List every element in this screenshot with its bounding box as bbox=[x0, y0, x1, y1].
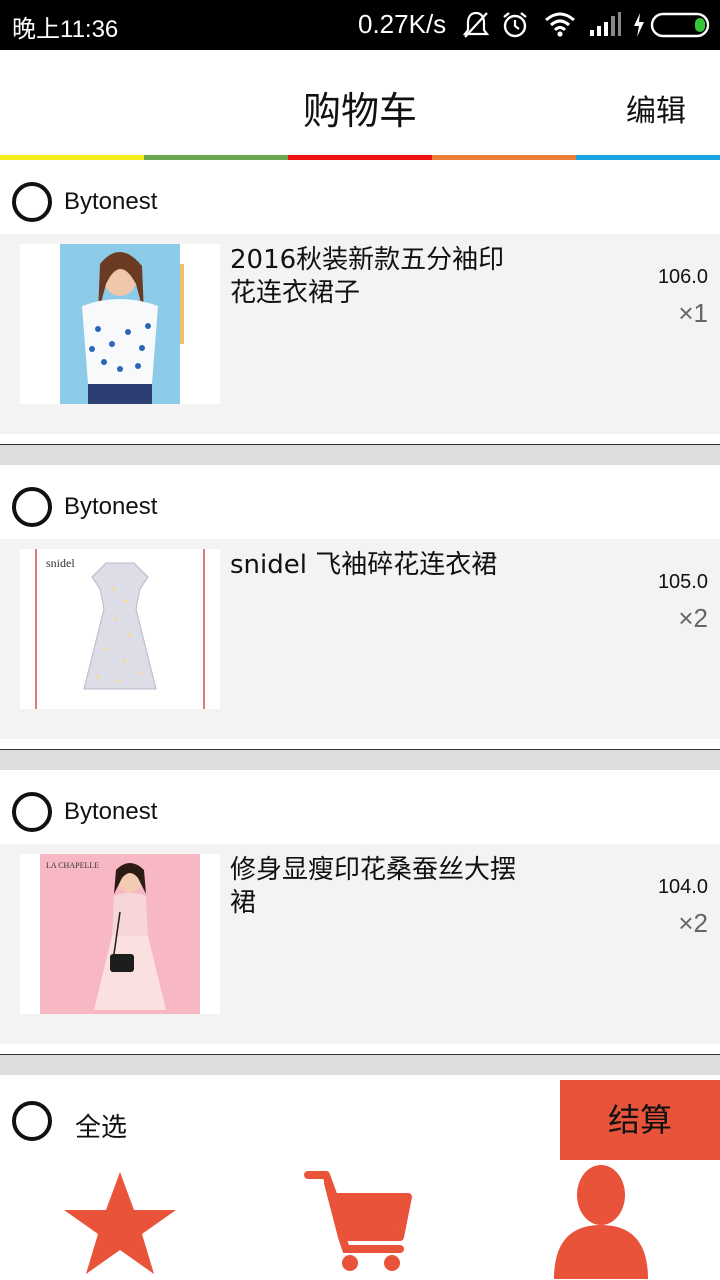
page-title: 购物车 bbox=[302, 89, 417, 133]
cart-shop-group: Bytonest LA CHAPELLE 修身显瘦印花桑蚕丝大摆裙 104.0 … bbox=[0, 770, 720, 1075]
cart-shop-group: Bytonest snidel snidel 飞袖碎花连衣裙 105.0 ×2 bbox=[0, 465, 720, 770]
cart-item[interactable]: 2016秋装新款五分袖印花连衣裙子 106.0 ×1 bbox=[0, 234, 720, 434]
product-name[interactable]: snidel 飞袖碎花连衣裙 bbox=[230, 549, 520, 582]
shop-header: Bytonest bbox=[0, 160, 720, 234]
shop-name: Bytonest bbox=[64, 798, 158, 825]
product-price: 105.0 bbox=[657, 571, 708, 593]
svg-text:snidel: snidel bbox=[46, 556, 75, 570]
status-time: 晚上11:36 bbox=[12, 16, 119, 43]
product-name[interactable]: 2016秋装新款五分袖印花连衣裙子 bbox=[230, 244, 520, 310]
mute-notification-icon bbox=[462, 11, 490, 38]
product-name[interactable]: 修身显瘦印花桑蚕丝大摆裙 bbox=[230, 854, 520, 920]
product-quantity: ×1 bbox=[678, 298, 708, 328]
product-price: 106.0 bbox=[657, 266, 708, 288]
product-quantity: ×2 bbox=[678, 908, 708, 938]
app-header: 购物车 编辑 bbox=[0, 50, 720, 155]
cart-item[interactable]: LA CHAPELLE 修身显瘦印花桑蚕丝大摆裙 104.0 ×2 bbox=[0, 844, 720, 1044]
product-image[interactable]: snidel bbox=[20, 549, 220, 709]
svg-text:LA CHAPELLE: LA CHAPELLE bbox=[46, 861, 99, 870]
shop-name: Bytonest bbox=[64, 188, 158, 215]
section-gap bbox=[0, 1055, 720, 1075]
cart-icon[interactable] bbox=[304, 1167, 414, 1273]
select-all-radio[interactable] bbox=[12, 1101, 52, 1141]
wifi-icon bbox=[545, 12, 575, 37]
shop-name: Bytonest bbox=[64, 493, 158, 520]
battery-charging-icon bbox=[634, 12, 710, 38]
shop-header: Bytonest bbox=[0, 465, 720, 539]
star-icon[interactable] bbox=[62, 1170, 178, 1276]
section-gap bbox=[0, 445, 720, 465]
product-image[interactable]: LA CHAPELLE bbox=[20, 854, 220, 1014]
shop-select-radio[interactable] bbox=[12, 792, 52, 832]
product-quantity: ×2 bbox=[678, 603, 708, 633]
status-bar: 晚上11:36 0.27K/s bbox=[0, 0, 720, 50]
shop-header: Bytonest bbox=[0, 770, 720, 844]
cart-item[interactable]: snidel snidel 飞袖碎花连衣裙 105.0 ×2 bbox=[0, 539, 720, 739]
shop-select-radio[interactable] bbox=[12, 182, 52, 222]
select-all-label[interactable]: 全选 bbox=[75, 1107, 127, 1144]
product-image[interactable] bbox=[20, 244, 220, 404]
edit-button[interactable]: 编辑 bbox=[626, 86, 686, 130]
shop-select-radio[interactable] bbox=[12, 487, 52, 527]
user-icon[interactable] bbox=[550, 1163, 652, 1279]
product-price: 104.0 bbox=[657, 876, 708, 898]
cart-shop-group: Bytonest 2016秋装新款五分袖印花连衣裙子 106.0 ×1 bbox=[0, 160, 720, 465]
alarm-icon bbox=[503, 12, 527, 38]
cart-footer: 全选 结算 bbox=[0, 1075, 720, 1280]
checkout-button[interactable]: 结算 bbox=[560, 1080, 720, 1160]
signal-icon bbox=[590, 12, 621, 36]
section-gap bbox=[0, 750, 720, 770]
network-speed: 0.27K/s bbox=[358, 9, 447, 39]
